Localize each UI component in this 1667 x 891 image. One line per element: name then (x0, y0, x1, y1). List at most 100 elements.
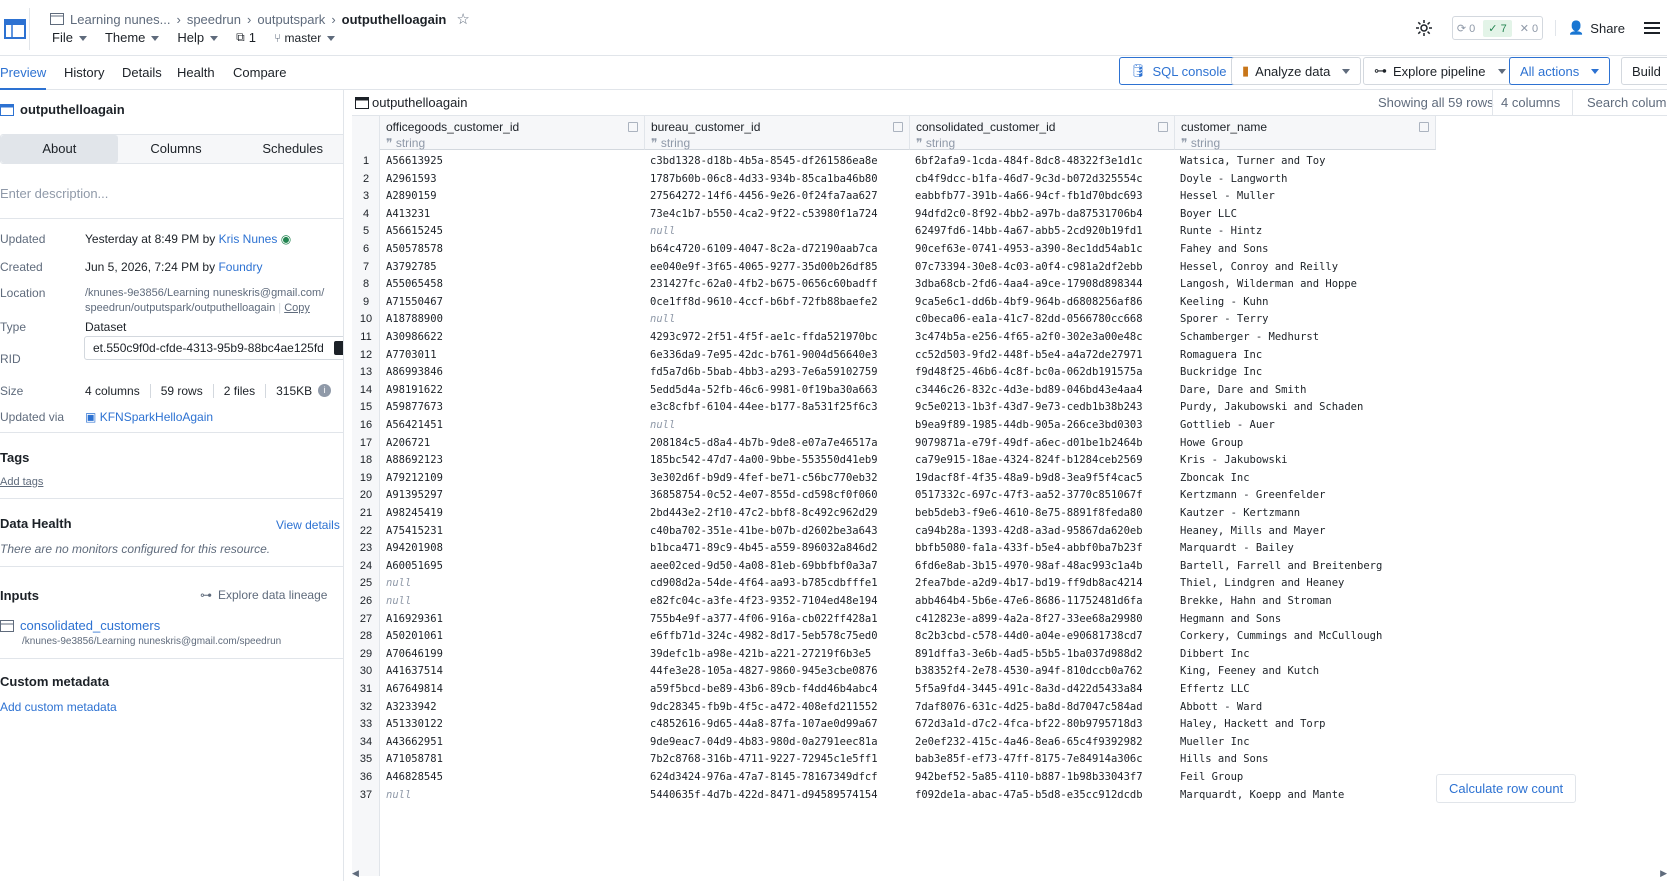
table-cell[interactable]: 9079871a-e79f-49df-a6ec-d01be1b2464b (915, 434, 1173, 452)
table-cell[interactable]: A88692123 (386, 451, 644, 469)
table-cell[interactable]: ca79e915-18ae-4324-824f-b1284ceb2569 (915, 451, 1173, 469)
table-cell[interactable]: Purdy, Jakubowski and Schaden (1180, 398, 1432, 416)
table-cell[interactable]: Boyer LLC (1180, 205, 1432, 223)
segment-columns[interactable]: Columns (118, 135, 235, 163)
table-row[interactable]: 6 A50578578 b64c4720-6109-4047-8c2a-d72190… (352, 240, 1436, 258)
horizontal-scrollbar[interactable]: ◀ ▶ (352, 868, 1667, 880)
table-cell[interactable]: 19dacf8f-4f35-48a9-b9d8-3ea9f5f4cac5 (915, 469, 1173, 487)
table-cell[interactable]: fd5a7d6b-5bab-4bb3-a293-7e6a59102759 (650, 363, 908, 381)
table-cell[interactable]: cb4f9dcc-b1fa-46d7-9c3d-b072d325554c (915, 170, 1173, 188)
table-cell[interactable]: 73e4c1b7-b550-4ca2-9f22-c53980f1a724 (650, 205, 908, 223)
table-cell[interactable]: A71550467 (386, 293, 644, 311)
table-cell[interactable]: A59877673 (386, 398, 644, 416)
table-cell[interactable]: Zboncak Inc (1180, 469, 1432, 487)
table-cell[interactable]: null (386, 592, 644, 610)
column-search[interactable]: Search columns... (1572, 90, 1667, 116)
table-cell[interactable]: Kris - Jakubowski (1180, 451, 1432, 469)
table-cell[interactable]: c3bd1328-d18b-4b5a-8545-df261586ea8e (650, 152, 908, 170)
table-row[interactable]: 22 A75415231 c40ba702-351e-41be-b07b-d2602… (352, 522, 1436, 540)
share-button[interactable]: 👤 Share (1555, 20, 1637, 36)
table-cell[interactable]: bbfb5080-fa1a-433f-b5e4-abbf0ba7b23f (915, 539, 1173, 557)
table-row[interactable]: 2 A2961593 1787b60b-06c8-4d33-934b-85ca1ba… (352, 170, 1436, 188)
table-cell[interactable]: A16929361 (386, 610, 644, 628)
column-header[interactable]: bureau_customer_id ❞ string (645, 116, 910, 150)
breadcrumb-item[interactable]: outputspark (257, 12, 325, 27)
table-cell[interactable]: Keeling - Kuhn (1180, 293, 1432, 311)
table-row[interactable]: 34 A43662951 9de9eac7-04d9-4b83-980d-0a279… (352, 733, 1436, 751)
table-row[interactable]: 29 A70646199 39defc1b-a98e-421b-a221-27219… (352, 645, 1436, 663)
table-cell[interactable]: Brekke, Hahn and Stroman (1180, 592, 1432, 610)
table-cell[interactable]: Fahey and Sons (1180, 240, 1432, 258)
column-filter-icon[interactable] (1419, 122, 1429, 132)
table-cell[interactable]: A413231 (386, 205, 644, 223)
table-cell[interactable]: A50201061 (386, 627, 644, 645)
table-cell[interactable]: c40ba702-351e-41be-b07b-d2602be3a643 (650, 522, 908, 540)
tab-compare[interactable]: Compare (233, 56, 286, 90)
table-cell[interactable]: Kautzer - Kertzmann (1180, 504, 1432, 522)
table-cell[interactable]: A86993846 (386, 363, 644, 381)
table-cell[interactable]: A2961593 (386, 170, 644, 188)
table-cell[interactable]: e6ffb71d-324c-4982-8d17-5eb578c75ed0 (650, 627, 908, 645)
star-icon[interactable]: ☆ (456, 10, 469, 28)
table-cell[interactable]: 624d3424-976a-47a7-8145-78167349dfcf (650, 768, 908, 786)
table-cell[interactable]: b1bca471-89c9-4b45-a559-896032a846d2 (650, 539, 908, 557)
table-row[interactable]: 18 A88692123 185bc542-47d7-4a00-9bbe-55355… (352, 451, 1436, 469)
table-row[interactable]: 10 A18788900 null c0beca06-ea1a-41c7-82dd-0… (352, 310, 1436, 328)
table-row[interactable]: 25 null cd908d2a-54de-4f64-aa93-b785cdbfff… (352, 574, 1436, 592)
input-name-link[interactable]: consolidated_customers (20, 618, 160, 633)
table-row[interactable]: 35 A71058781 7b2c8768-316b-4711-9227-72945… (352, 750, 1436, 768)
table-cell[interactable]: Thiel, Lindgren and Heaney (1180, 574, 1432, 592)
created-by-link[interactable]: Foundry (218, 260, 262, 274)
menu-help[interactable]: Help (177, 30, 218, 45)
table-cell[interactable]: A2890159 (386, 187, 644, 205)
table-row[interactable]: 37 null 5440635f-4d7b-422d-8471-d945895741… (352, 786, 1436, 804)
table-cell[interactable]: A98245419 (386, 504, 644, 522)
column-filter-icon[interactable] (1158, 122, 1168, 132)
table-cell[interactable]: A43662951 (386, 733, 644, 751)
table-cell[interactable]: Langosh, Wilderman and Hoppe (1180, 275, 1432, 293)
table-row[interactable]: 11 A30986622 4293c972-2f51-4f5f-ae1c-ffda5… (352, 328, 1436, 346)
table-cell[interactable]: f9d48f25-46b6-4c8f-bc0a-062db191575a (915, 363, 1173, 381)
table-cell[interactable]: Hessel, Conroy and Reilly (1180, 258, 1432, 276)
table-cell[interactable]: Hegmann and Sons (1180, 610, 1432, 628)
table-cell[interactable]: 90cef63e-0741-4953-a390-8ec1dd54ab1c (915, 240, 1173, 258)
table-cell[interactable]: A75415231 (386, 522, 644, 540)
table-row[interactable]: 5 A56615245 null 62497fd6-14bb-4a67-abb5-2c… (352, 222, 1436, 240)
table-row[interactable]: 21 A98245419 2bd443e2-2f10-47c2-bbf8-8c492… (352, 504, 1436, 522)
table-cell[interactable]: 9ca5e6c1-dd6b-4bf9-964b-d6808256af86 (915, 293, 1173, 311)
table-cell[interactable]: A60051695 (386, 557, 644, 575)
menu-theme[interactable]: Theme (105, 30, 159, 45)
table-cell[interactable]: Watsica, Turner and Toy (1180, 152, 1432, 170)
table-cell[interactable]: A71058781 (386, 750, 644, 768)
table-cell[interactable]: c412823e-a899-4a2a-8f27-33ee68a29980 (915, 610, 1173, 628)
app-logo[interactable] (0, 8, 30, 50)
table-cell[interactable]: 208184c5-d8a4-4b7b-9de8-e07a7e46517a (650, 434, 908, 452)
table-cell[interactable]: 6e336da9-7e95-42dc-b761-9004d56640e3 (650, 346, 908, 364)
table-cell[interactable]: 6bf2afa9-1cda-484f-8dc8-48322f3e1d1c (915, 152, 1173, 170)
table-cell[interactable]: cd908d2a-54de-4f64-aa93-b785cdbfffe1 (650, 574, 908, 592)
tab-preview[interactable]: Preview (0, 56, 47, 90)
breadcrumb-item[interactable]: Learning nunes... (70, 12, 170, 27)
search-columns-input[interactable]: Search columns... (1587, 90, 1667, 116)
table-row[interactable]: 14 A98191622 5edd5d4a-52fb-46c6-9981-0f19b… (352, 381, 1436, 399)
table-cell[interactable]: A7703011 (386, 346, 644, 364)
branch-selector[interactable]: ⑂ master (274, 31, 335, 45)
table-cell[interactable]: eabbfb77-391b-4a66-94cf-fb1d70bdc693 (915, 187, 1173, 205)
add-custom-metadata-link[interactable]: Add custom metadata (0, 700, 117, 714)
table-cell[interactable]: Schamberger - Medhurst (1180, 328, 1432, 346)
branches-count[interactable]: ⧉ 1 (236, 30, 256, 45)
table-cell[interactable]: b38352f4-2e78-4530-a94f-810dccb0a762 (915, 662, 1173, 680)
breadcrumb-item[interactable]: speedrun (187, 12, 241, 27)
table-cell[interactable]: 672d3a1d-d7c2-4fca-bf22-80b9795718d3 (915, 715, 1173, 733)
table-cell[interactable]: Hills and Sons (1180, 750, 1432, 768)
table-cell[interactable]: A79212109 (386, 469, 644, 487)
copy-location-link[interactable]: Copy (284, 302, 310, 314)
table-cell[interactable]: 5440635f-4d7b-422d-8471-d94589574154 (650, 786, 908, 804)
table-cell[interactable]: 2e0ef232-415c-4a46-8ea6-65c4f9392982 (915, 733, 1173, 751)
table-row[interactable]: 3 A2890159 27564272-14f6-4456-9e26-0f24fa7… (352, 187, 1436, 205)
table-cell[interactable]: 2fea7bde-a2d9-4b17-bd19-ff9db8ac4214 (915, 574, 1173, 592)
table-row[interactable]: 17 A206721 208184c5-d8a4-4b7b-9de8-e07a7e4… (352, 434, 1436, 452)
table-row[interactable]: 33 A51330122 c4852616-9d65-44a8-87fa-107ae… (352, 715, 1436, 733)
scroll-right-icon[interactable]: ▶ (1660, 868, 1667, 879)
table-cell[interactable]: null (650, 310, 908, 328)
